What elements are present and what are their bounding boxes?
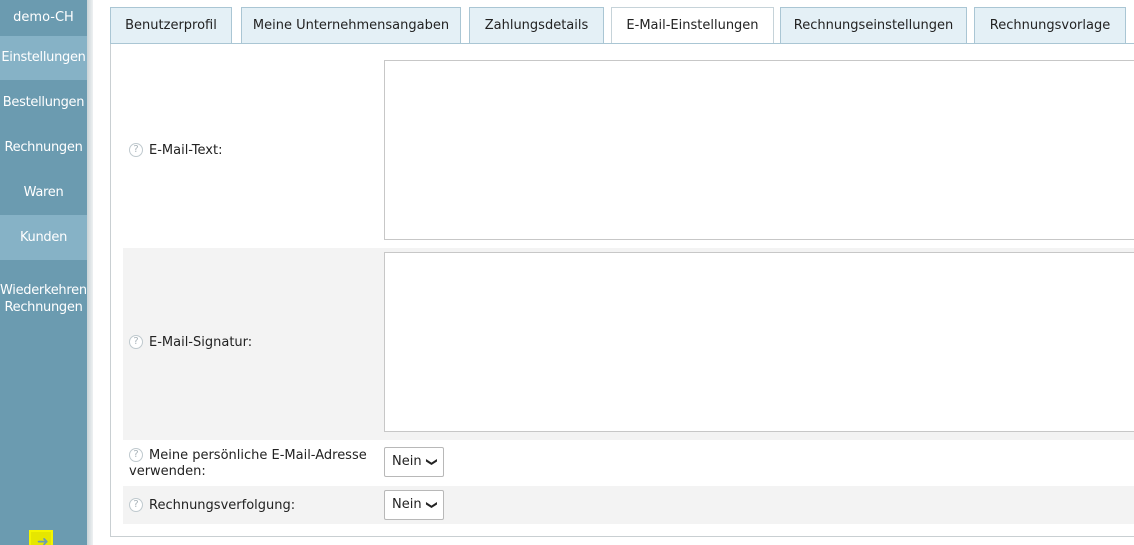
sidebar-item-label-line2: Rechnungen [4, 300, 83, 315]
email-signature-row: ? E-Mail-Signatur: [123, 248, 1134, 440]
email-text-input[interactable] [384, 60, 1134, 240]
email-text-label: E-Mail-Text: [149, 143, 223, 158]
settings-tabs: Benutzerprofil Meine Unternehmensangaben… [110, 7, 1134, 45]
chevron-down-icon: ❯ [425, 457, 439, 467]
tab-rechnungseinstellungen[interactable]: Rechnungseinstellungen [780, 7, 967, 44]
arrow-right-icon: ➜ [37, 534, 49, 545]
sidebar-shadow [87, 0, 93, 545]
email-signature-input[interactable] [384, 252, 1134, 432]
personal-email-label-line2: verwenden: [129, 464, 206, 479]
personal-email-select[interactable]: Nein ❯ [384, 447, 444, 477]
sidebar: demo-CH Einstellungen Bestellungen Rechn… [0, 0, 87, 545]
help-icon[interactable]: ? [129, 335, 143, 349]
sidebar-item-bestellungen[interactable]: Bestellungen [0, 80, 87, 125]
help-icon[interactable]: ? [129, 143, 143, 157]
email-text-row: ? E-Mail-Text: [123, 54, 1134, 247]
email-text-label-group: ? E-Mail-Text: [129, 143, 222, 159]
sidebar-item-rechnungen[interactable]: Rechnungen [0, 125, 87, 170]
chevron-down-icon: ❯ [425, 500, 439, 510]
tracking-label-group: ? Rechnungsverfolgung: [129, 498, 295, 514]
tab-zahlungsdetails[interactable]: Zahlungsdetails [469, 7, 604, 44]
sidebar-item-waren[interactable]: Waren [0, 170, 87, 215]
personal-email-label-group: ? Meine persönliche E-Mail-Adresse verwen… [129, 448, 367, 480]
sidebar-brand: demo-CH [13, 10, 74, 25]
personal-email-label-line1: Meine persönliche E-Mail-Adresse [149, 448, 367, 463]
sidebar-item-einstellungen[interactable]: Einstellungen [0, 36, 87, 80]
email-settings-panel: ? E-Mail-Text: ? E-Mail-Signatur: ? Meine p… [110, 44, 1134, 537]
tracking-select[interactable]: Nein ❯ [384, 490, 444, 520]
tracking-label: Rechnungsverfolgung: [149, 498, 296, 513]
tracking-row: ? Rechnungsverfolgung: Nein ❯ [123, 486, 1134, 524]
tab-benutzerprofil[interactable]: Benutzerprofil [110, 7, 232, 44]
help-icon[interactable]: ? [129, 448, 143, 462]
exit-icon[interactable]: ➜ [29, 530, 53, 545]
tab-unternehmensangaben[interactable]: Meine Unternehmensangaben [241, 7, 461, 44]
personal-email-row: ? Meine persönliche E-Mail-Adresse verwen… [123, 441, 1134, 485]
tab-email-einstellungen[interactable]: E-Mail-Einstellungen [611, 7, 774, 45]
help-icon[interactable]: ? [129, 498, 143, 512]
tab-rechnungsvorlage[interactable]: Rechnungsvorlage [974, 7, 1126, 44]
email-signature-label: E-Mail-Signatur: [149, 335, 253, 350]
sidebar-item-wiederkehrende-rechnungen[interactable]: Wiederkehrende Rechnungen [0, 260, 87, 330]
sidebar-item-kunden[interactable]: Kunden [0, 215, 87, 260]
email-signature-label-group: ? E-Mail-Signatur: [129, 335, 252, 351]
sidebar-item-label-line1: Wiederkehrende [0, 283, 87, 298]
